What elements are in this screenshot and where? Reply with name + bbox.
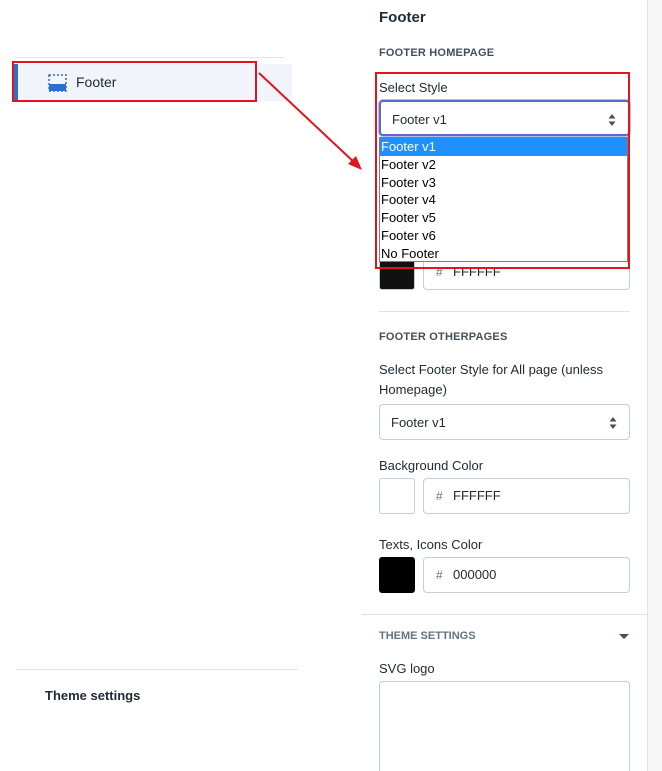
theme-settings-section-header[interactable]: THEME SETTINGS — [379, 630, 476, 642]
svg-logo-textarea[interactable] — [379, 681, 630, 771]
select-value: Footer v1 — [391, 415, 446, 430]
background-color-input[interactable]: # FFFFFF — [423, 478, 630, 514]
text-color-label: Texts, Icons Color — [379, 537, 483, 552]
theme-settings-link[interactable]: Theme settings — [45, 688, 140, 703]
hash-symbol: # — [436, 568, 443, 582]
section-divider — [362, 614, 647, 615]
otherpages-footer-select[interactable]: Footer v1 — [379, 404, 630, 440]
section-divider — [379, 311, 630, 312]
hash-symbol: # — [436, 489, 443, 503]
hex-value: FFFFFF — [453, 488, 501, 503]
section-heading-otherpages: FOOTER OTHERPAGES — [379, 331, 508, 343]
otherpages-select-label: Select Footer Style for All page (unless… — [379, 362, 604, 397]
background-color-swatch[interactable] — [379, 478, 415, 514]
background-color-label: Background Color — [379, 458, 484, 473]
text-color-swatch[interactable] — [379, 557, 415, 593]
select-arrows-icon — [609, 416, 617, 430]
sidebar-divider — [16, 57, 284, 58]
hex-value: 000000 — [453, 567, 497, 582]
svg-logo-label: SVG logo — [379, 661, 435, 676]
sidebar-divider — [16, 669, 298, 670]
section-heading-homepage: FOOTER HOMEPAGE — [379, 47, 495, 59]
panel-scrollbar[interactable] — [647, 0, 662, 771]
panel-title: Footer — [379, 9, 426, 26]
annotation-highlight-box — [12, 61, 257, 102]
text-color-input[interactable]: # 000000 — [423, 557, 630, 593]
caret-down-icon[interactable] — [619, 634, 629, 639]
annotation-highlight-box — [375, 72, 630, 269]
